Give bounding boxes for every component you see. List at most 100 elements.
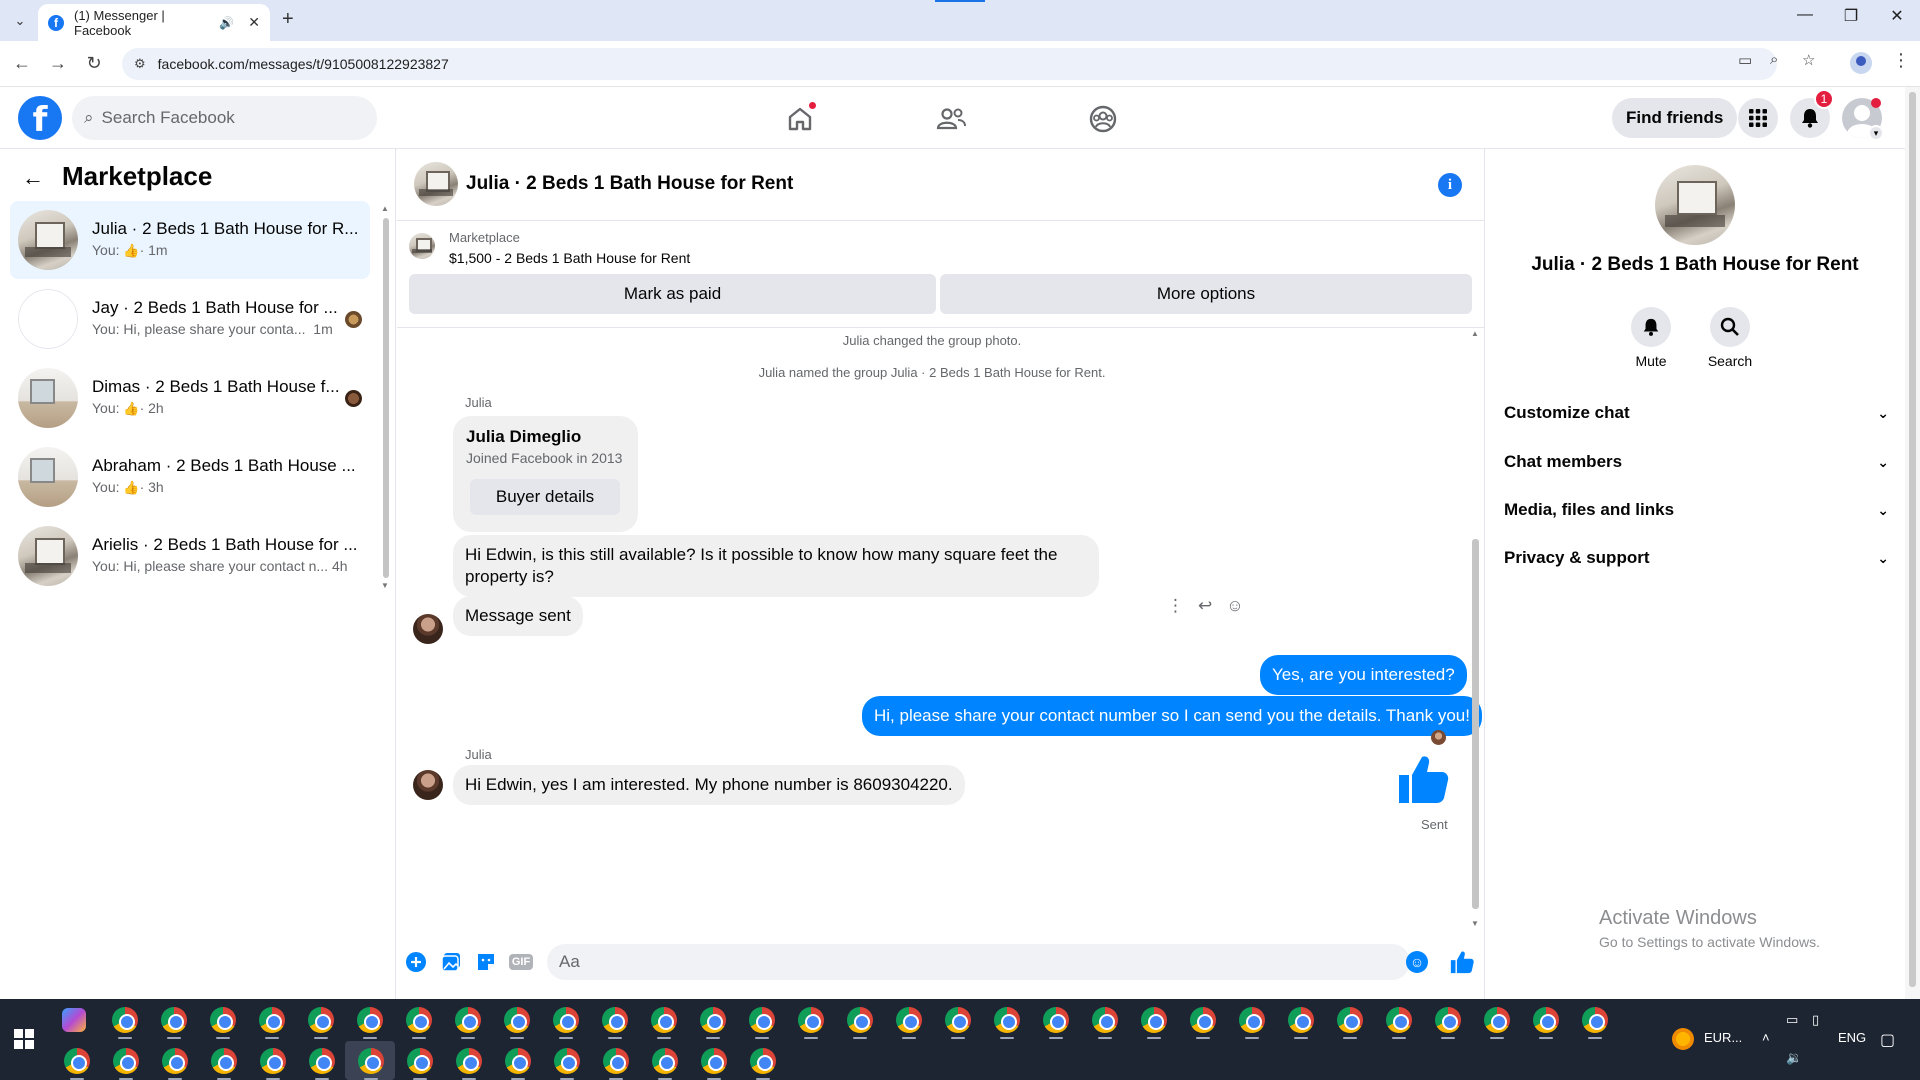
site-info-icon[interactable]: ⚙ (134, 56, 146, 72)
chrome-taskbar-icon[interactable] (258, 1046, 288, 1080)
chrome-taskbar-icon[interactable] (601, 1046, 631, 1080)
chrome-taskbar-icon[interactable] (404, 1005, 434, 1039)
account-chevron-down-icon[interactable]: ▾ (1868, 125, 1884, 141)
chrome-taskbar-icon[interactable] (551, 1005, 581, 1039)
weather-icon[interactable] (1672, 1028, 1694, 1050)
conversation-item-jay[interactable]: Jay · 2 Beds 1 Bath House for ... You: H… (10, 280, 370, 358)
chat-avatar[interactable] (414, 162, 458, 206)
scrollbar-thumb[interactable] (1472, 539, 1479, 909)
copilot-icon[interactable] (62, 1008, 86, 1032)
chrome-taskbar-icon[interactable] (503, 1046, 533, 1080)
chrome-taskbar-icon[interactable] (454, 1046, 484, 1080)
find-friends-button[interactable]: Find friends (1612, 98, 1738, 138)
emoji-icon[interactable]: ☺ (1406, 951, 1428, 973)
language-indicator[interactable]: ENG (1838, 1030, 1866, 1045)
chrome-taskbar-icon[interactable] (600, 1005, 630, 1039)
browser-tab-messenger[interactable]: f (1) Messenger | Facebook 🔊 ✕ (38, 4, 270, 41)
sticker-icon[interactable] (474, 950, 498, 974)
sender-avatar[interactable] (413, 614, 443, 644)
url-text[interactable]: facebook.com/messages/t/9105008122923827 (158, 56, 449, 72)
groups-icon[interactable] (1085, 101, 1121, 137)
chrome-taskbar-icon[interactable] (1433, 1005, 1463, 1039)
chat-members-row[interactable]: Chat members ⌄ (1504, 442, 1889, 482)
facebook-search-input[interactable]: ⌕ Search Facebook (72, 96, 377, 140)
chat-title[interactable]: Julia · 2 Beds 1 Bath House for Rent (466, 173, 793, 195)
tab-audio-icon[interactable]: 🔊 (219, 16, 234, 30)
chrome-taskbar-icon[interactable] (62, 1046, 92, 1080)
incoming-message[interactable]: Hi Edwin, is this still available? Is it… (453, 535, 1099, 597)
chrome-taskbar-icon[interactable] (1580, 1005, 1610, 1039)
chrome-taskbar-icon[interactable] (356, 1046, 386, 1080)
chrome-taskbar-icon[interactable] (992, 1005, 1022, 1039)
search-icon[interactable] (1710, 307, 1750, 347)
notification-center-icon[interactable]: ▢ (1880, 1030, 1895, 1050)
chrome-taskbar-icon[interactable] (894, 1005, 924, 1039)
search-action[interactable]: Search (1700, 307, 1760, 369)
message-input[interactable]: Aa (547, 944, 1410, 980)
menu-grid-icon[interactable] (1738, 98, 1778, 138)
big-thumbs-up-icon[interactable] (1395, 751, 1451, 807)
chrome-taskbar-icon[interactable] (943, 1005, 973, 1039)
chrome-taskbar-icon[interactable] (845, 1005, 875, 1039)
listing-price-title[interactable]: $1,500 - 2 Beds 1 Bath House for Rent (449, 250, 690, 266)
chrome-taskbar-icon[interactable] (1139, 1005, 1169, 1039)
chrome-taskbar-icon[interactable] (355, 1005, 385, 1039)
page-scrollbar[interactable] (1905, 87, 1920, 999)
chrome-taskbar-icon[interactable] (748, 1046, 778, 1080)
react-emoji-icon[interactable]: ☺ (1226, 596, 1243, 616)
new-tab-button[interactable]: + (282, 8, 294, 31)
chrome-taskbar-icon[interactable] (552, 1046, 582, 1080)
windows-start-icon[interactable] (14, 1029, 34, 1049)
install-app-icon[interactable]: ▭ (1738, 51, 1752, 69)
send-like-icon[interactable] (1449, 949, 1475, 975)
scroll-up-arrow-icon[interactable]: ▲ (381, 204, 389, 213)
chrome-taskbar-icon[interactable] (1482, 1005, 1512, 1039)
tab-close-icon[interactable]: ✕ (248, 14, 260, 31)
bookmark-star-icon[interactable]: ☆ (1802, 51, 1815, 69)
mute-action[interactable]: Mute (1621, 307, 1681, 369)
more-options-button[interactable]: More options (940, 274, 1472, 314)
bell-mute-icon[interactable] (1631, 307, 1671, 347)
privacy-support-row[interactable]: Privacy & support ⌄ (1504, 538, 1889, 578)
chrome-taskbar-icon[interactable] (1286, 1005, 1316, 1039)
chrome-taskbar-icon[interactable] (1335, 1005, 1365, 1039)
buyer-details-button[interactable]: Buyer details (470, 479, 620, 515)
mark-as-paid-button[interactable]: Mark as paid (409, 274, 936, 314)
conversation-item-arielis[interactable]: Arielis · 2 Beds 1 Bath House for ... Yo… (10, 517, 370, 595)
conversation-list-scrollbar[interactable]: ▲ ▼ (381, 204, 391, 590)
group-avatar[interactable] (1655, 165, 1735, 245)
minimize-window-icon[interactable]: — (1782, 6, 1828, 24)
scroll-down-arrow-icon[interactable]: ▼ (1471, 919, 1479, 928)
chrome-taskbar-icon[interactable] (698, 1005, 728, 1039)
chrome-taskbar-icon[interactable] (1090, 1005, 1120, 1039)
scroll-up-arrow-icon[interactable]: ▲ (1471, 329, 1479, 338)
chrome-taskbar-icon[interactable] (110, 1005, 140, 1039)
facebook-logo-icon[interactable]: f (18, 96, 62, 140)
info-icon[interactable]: i (1438, 173, 1462, 197)
more-actions-icon[interactable]: ⋮ (1167, 596, 1184, 616)
chrome-taskbar-icon[interactable] (699, 1046, 729, 1080)
chrome-taskbar-icon[interactable] (747, 1005, 777, 1039)
chrome-taskbar-icon[interactable] (649, 1005, 679, 1039)
chrome-taskbar-icon[interactable] (1531, 1005, 1561, 1039)
gif-icon[interactable]: GIF (508, 950, 534, 974)
outgoing-message[interactable]: Yes, are you interested? (1260, 655, 1467, 695)
add-plus-icon[interactable] (404, 950, 428, 974)
incoming-message[interactable]: Message sent (453, 596, 583, 636)
photo-gallery-icon[interactable] (439, 950, 463, 974)
conversation-item-abraham[interactable]: Abraham · 2 Beds 1 Bath House ... You: 👍… (10, 438, 370, 516)
reload-icon[interactable]: ↻ (82, 53, 106, 74)
show-hidden-icons-chevron-icon[interactable]: ˄ (1762, 1030, 1770, 1045)
back-arrow-icon[interactable]: ← (22, 165, 44, 191)
chrome-menu-icon[interactable]: ⋮ (1892, 50, 1910, 71)
conversation-item-julia[interactable]: Julia · 2 Beds 1 Bath House for R... You… (10, 201, 370, 279)
chrome-profile-icon[interactable] (1850, 52, 1872, 74)
chrome-taskbar-icon[interactable] (796, 1005, 826, 1039)
incoming-message[interactable]: Hi Edwin, yes I am interested. My phone … (453, 765, 965, 805)
chrome-taskbar-icon[interactable] (405, 1046, 435, 1080)
chrome-taskbar-icon[interactable] (502, 1005, 532, 1039)
forward-arrow-icon[interactable]: → (46, 53, 70, 74)
reply-icon[interactable]: ↩ (1198, 596, 1212, 616)
chrome-taskbar-icon[interactable] (1188, 1005, 1218, 1039)
chrome-taskbar-icon[interactable] (208, 1005, 238, 1039)
